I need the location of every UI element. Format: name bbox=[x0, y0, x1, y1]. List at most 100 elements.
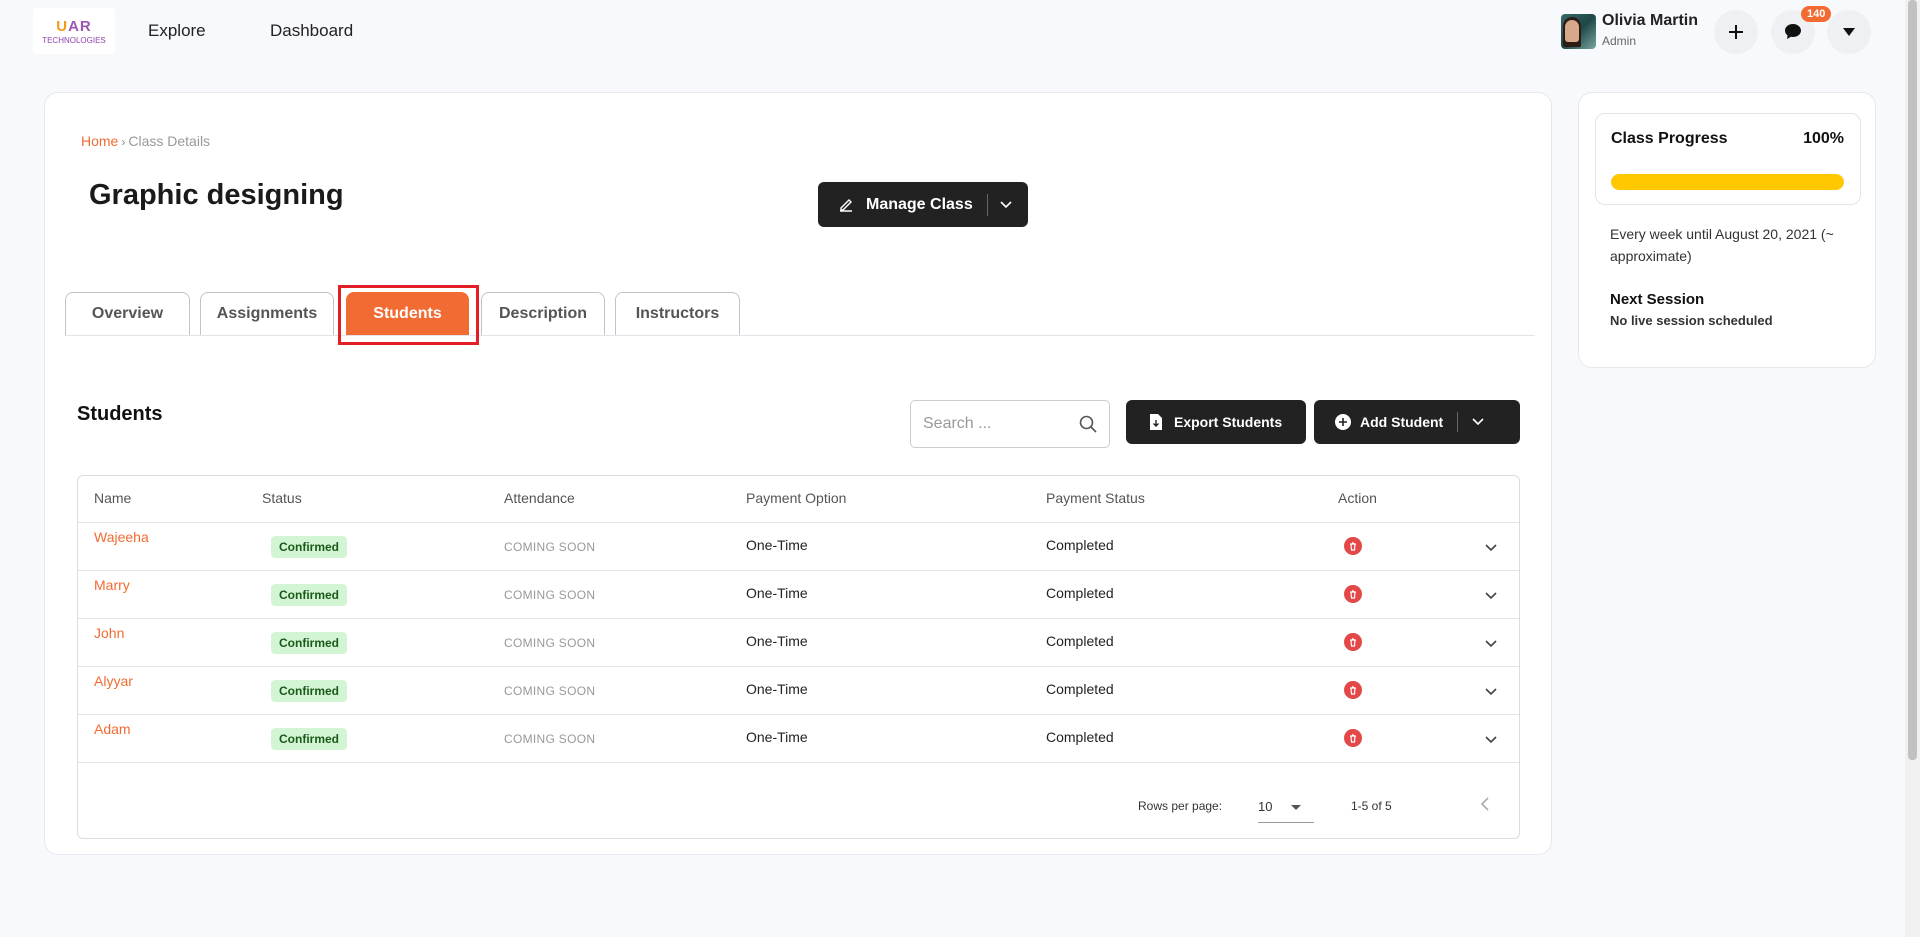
chevron-down-icon bbox=[1485, 688, 1497, 696]
tab-instructors[interactable]: Instructors bbox=[615, 292, 740, 335]
status-badge: Confirmed bbox=[271, 680, 347, 702]
trash-icon bbox=[1350, 590, 1356, 599]
messages-badge: 140 bbox=[1801, 6, 1832, 22]
expand-row-button[interactable] bbox=[1485, 539, 1497, 555]
search-input[interactable] bbox=[923, 415, 1073, 433]
tabs-divider bbox=[65, 335, 1535, 336]
logo-letter-a: A bbox=[68, 17, 80, 35]
user-name[interactable]: Olivia Martin bbox=[1602, 12, 1698, 30]
logo-letter-u: U bbox=[56, 17, 69, 35]
search-icon[interactable] bbox=[1079, 415, 1097, 433]
progress-bar bbox=[1611, 174, 1844, 190]
table-header: Name Status Attendance Payment Option Pa… bbox=[78, 476, 1519, 523]
company-logo[interactable]: UAR TECHNOLOGIES bbox=[33, 8, 115, 54]
user-role: Admin bbox=[1602, 34, 1637, 48]
expand-row-button[interactable] bbox=[1485, 635, 1497, 651]
students-section-title: Students bbox=[77, 403, 163, 425]
manage-class-label: Manage Class bbox=[866, 195, 973, 213]
account-menu-button[interactable] bbox=[1827, 10, 1871, 54]
trash-icon bbox=[1350, 734, 1356, 743]
breadcrumb-current: Class Details bbox=[128, 133, 211, 149]
student-name[interactable]: Alyyar bbox=[94, 673, 133, 689]
add-student-label: Add Student bbox=[1360, 414, 1444, 430]
delete-button[interactable] bbox=[1344, 633, 1362, 651]
schedule-text: Every week until August 20, 2021 (~ appr… bbox=[1610, 226, 1834, 264]
scrollbar-thumb[interactable] bbox=[1908, 0, 1917, 760]
trash-icon bbox=[1350, 638, 1356, 647]
previous-page-button[interactable] bbox=[1480, 796, 1490, 817]
column-header-payment-option[interactable]: Payment Option bbox=[746, 490, 846, 506]
payment-status-value: Completed bbox=[1046, 585, 1114, 601]
top-navbar: UAR TECHNOLOGIES Explore Dashboard Olivi… bbox=[0, 0, 1905, 62]
button-divider bbox=[986, 193, 988, 216]
manage-class-button[interactable]: Manage Class bbox=[818, 182, 1028, 227]
delete-button[interactable] bbox=[1344, 681, 1362, 699]
payment-status-value: Completed bbox=[1046, 537, 1114, 553]
chevron-left-icon bbox=[1480, 797, 1489, 811]
chevron-down-icon[interactable] bbox=[1472, 418, 1484, 426]
progress-value: 100% bbox=[1803, 130, 1844, 147]
export-students-label: Export Students bbox=[1174, 414, 1283, 430]
class-details-card: Home › Class Details Graphic designing Man… bbox=[44, 92, 1552, 855]
button-divider bbox=[1457, 412, 1459, 432]
chevron-down-icon bbox=[1485, 544, 1497, 552]
add-button[interactable] bbox=[1714, 10, 1758, 54]
trash-icon bbox=[1350, 542, 1356, 551]
table-row[interactable]: Wajeeha Confirmed COMING SOON One-Time C… bbox=[78, 523, 1519, 571]
expand-row-button[interactable] bbox=[1485, 587, 1497, 603]
chevron-down-icon[interactable] bbox=[1000, 200, 1012, 209]
tab-overview[interactable]: Overview bbox=[65, 292, 190, 335]
payment-option-value: One-Time bbox=[746, 729, 808, 745]
nav-dashboard[interactable]: Dashboard bbox=[270, 21, 353, 41]
file-export-icon bbox=[1150, 414, 1162, 430]
search-box[interactable] bbox=[910, 400, 1110, 448]
next-session-value: No live session scheduled bbox=[1610, 313, 1773, 328]
payment-option-value: One-Time bbox=[746, 537, 808, 553]
column-header-payment-status[interactable]: Payment Status bbox=[1046, 490, 1145, 506]
attendance-value: COMING SOON bbox=[504, 732, 596, 746]
expand-row-button[interactable] bbox=[1485, 683, 1497, 699]
column-header-status[interactable]: Status bbox=[262, 490, 302, 506]
payment-status-value: Completed bbox=[1046, 729, 1114, 745]
payment-option-value: One-Time bbox=[746, 585, 808, 601]
nav-explore[interactable]: Explore bbox=[148, 21, 206, 41]
payment-option-value: One-Time bbox=[746, 681, 808, 697]
student-name[interactable]: Marry bbox=[94, 577, 130, 593]
caret-down-icon bbox=[1843, 28, 1855, 36]
column-header-name[interactable]: Name bbox=[94, 490, 131, 506]
table-row[interactable]: John Confirmed COMING SOON One-Time Comp… bbox=[78, 619, 1519, 667]
column-header-attendance[interactable]: Attendance bbox=[504, 490, 575, 506]
delete-button[interactable] bbox=[1344, 585, 1362, 603]
page-scrollbar[interactable] bbox=[1905, 0, 1920, 937]
avatar[interactable] bbox=[1561, 14, 1596, 49]
attendance-value: COMING SOON bbox=[504, 636, 596, 650]
rows-per-page-select[interactable]: 10 bbox=[1258, 793, 1314, 823]
trash-icon bbox=[1350, 686, 1356, 695]
export-students-button[interactable]: Export Students bbox=[1126, 400, 1306, 444]
table-row[interactable]: Adam Confirmed COMING SOON One-Time Comp… bbox=[78, 715, 1519, 763]
tab-description[interactable]: Description bbox=[481, 292, 605, 335]
breadcrumb-home[interactable]: Home bbox=[81, 133, 118, 149]
student-name[interactable]: John bbox=[94, 625, 124, 641]
student-name[interactable]: Wajeeha bbox=[94, 529, 149, 545]
status-badge: Confirmed bbox=[271, 536, 347, 558]
progress-label: Class Progress bbox=[1611, 130, 1728, 147]
breadcrumb: Home › Class Details bbox=[81, 133, 210, 149]
expand-row-button[interactable] bbox=[1485, 731, 1497, 747]
add-student-button[interactable]: Add Student bbox=[1314, 400, 1520, 444]
attendance-value: COMING SOON bbox=[504, 684, 596, 698]
delete-button[interactable] bbox=[1344, 537, 1362, 555]
breadcrumb-separator: › bbox=[121, 135, 126, 149]
logo-subtitle: TECHNOLOGIES bbox=[42, 35, 106, 45]
student-name[interactable]: Adam bbox=[94, 721, 131, 737]
rows-per-page-value: 10 bbox=[1258, 799, 1273, 814]
logo-letter-r: R bbox=[79, 17, 92, 35]
caret-down-icon bbox=[1291, 805, 1301, 810]
delete-button[interactable] bbox=[1344, 729, 1362, 747]
attendance-value: COMING SOON bbox=[504, 588, 596, 602]
tab-assignments[interactable]: Assignments bbox=[200, 292, 334, 335]
chat-icon bbox=[1785, 24, 1801, 39]
table-row[interactable]: Marry Confirmed COMING SOON One-Time Com… bbox=[78, 571, 1519, 619]
table-row[interactable]: Alyyar Confirmed COMING SOON One-Time Co… bbox=[78, 667, 1519, 715]
status-badge: Confirmed bbox=[271, 584, 347, 606]
